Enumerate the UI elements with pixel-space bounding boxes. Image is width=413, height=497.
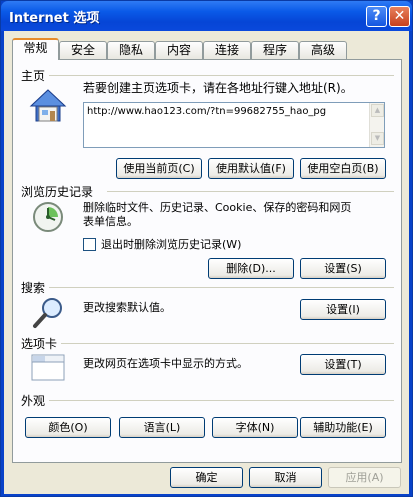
tab-advanced[interactable]: 高级	[299, 41, 347, 59]
tabs-settings-button[interactable]: 设置(T)	[300, 354, 386, 375]
history-clock-icon	[33, 202, 63, 232]
tab-security[interactable]: 安全	[59, 41, 107, 59]
scroll-down-icon[interactable]: ▼	[371, 132, 384, 145]
scroll-up-icon[interactable]: ▲	[371, 104, 384, 117]
divider	[61, 343, 394, 344]
url-scrollbar[interactable]: ▲ ▼	[369, 103, 384, 147]
tab-general[interactable]: 常规	[12, 38, 59, 60]
divider	[49, 400, 394, 401]
cancel-button[interactable]: 取消	[249, 467, 322, 488]
house-icon	[29, 89, 67, 122]
languages-button[interactable]: 语言(L)	[119, 417, 205, 438]
history-settings-button[interactable]: 设置(S)	[300, 258, 386, 279]
tab-connections[interactable]: 连接	[203, 41, 251, 59]
homepage-description: 若要创建主页选项卡，请在各地址行键入地址(R)。	[83, 81, 353, 95]
help-button[interactable]: ?	[366, 6, 387, 27]
dialog-client: 常规 安全 隐私 内容 连接 程序 高级 主页 若要创建主页选项卡，请在各地址行…	[4, 31, 409, 494]
apply-button[interactable]: 应用(A)	[328, 467, 401, 488]
delete-on-exit-label[interactable]: 退出时删除浏览历史记录(W)	[101, 238, 241, 252]
close-button[interactable]: ✕	[389, 6, 410, 27]
tabs-section-title: 选项卡	[21, 337, 58, 351]
delete-on-exit-checkbox[interactable]	[83, 238, 96, 251]
appearance-section-title: 外观	[21, 394, 46, 408]
divider	[49, 75, 394, 76]
divider	[49, 287, 394, 288]
history-description-line2: 表单信息。	[83, 215, 138, 228]
tab-privacy[interactable]: 隐私	[107, 41, 155, 59]
ok-button[interactable]: 确定	[170, 467, 243, 488]
divider	[107, 191, 394, 192]
magnifier-icon	[33, 298, 62, 328]
tabs-description: 更改网页在选项卡中显示的方式。	[83, 357, 248, 370]
colors-button[interactable]: 颜色(O)	[25, 417, 111, 438]
use-default-button[interactable]: 使用默认值(F)	[208, 158, 294, 179]
internet-options-window: Internet 选项 ? ✕ 常规 安全 隐私 内容 连接 程序 高级 主页 …	[0, 0, 413, 497]
tabs-window-icon	[31, 354, 65, 381]
history-description-line1: 删除临时文件、历史记录、Cookie、保存的密码和网页	[83, 201, 352, 214]
homepage-url-value: http://www.hao123.com/?tn=99682755_hao_p…	[87, 106, 327, 117]
history-section-title: 浏览历史记录	[21, 185, 94, 199]
homepage-url-textarea[interactable]: http://www.hao123.com/?tn=99682755_hao_p…	[83, 102, 385, 148]
search-description: 更改搜索默认值。	[83, 301, 171, 314]
fonts-button[interactable]: 字体(N)	[212, 417, 298, 438]
accessibility-button[interactable]: 辅助功能(E)	[300, 417, 386, 438]
homepage-section-title: 主页	[21, 69, 46, 83]
title-bar[interactable]: Internet 选项 ? ✕	[1, 1, 412, 31]
general-panel: 主页 若要创建主页选项卡，请在各地址行键入地址(R)。 http://www.h…	[12, 59, 402, 463]
delete-history-button[interactable]: 删除(D)...	[208, 258, 294, 279]
search-section-title: 搜索	[21, 281, 46, 295]
use-current-button[interactable]: 使用当前页(C)	[116, 158, 202, 179]
tab-content[interactable]: 内容	[155, 41, 203, 59]
window-title: Internet 选项	[9, 11, 100, 26]
tab-programs[interactable]: 程序	[251, 41, 299, 59]
search-settings-button[interactable]: 设置(I)	[300, 299, 386, 320]
use-blank-button[interactable]: 使用空白页(B)	[300, 158, 386, 179]
